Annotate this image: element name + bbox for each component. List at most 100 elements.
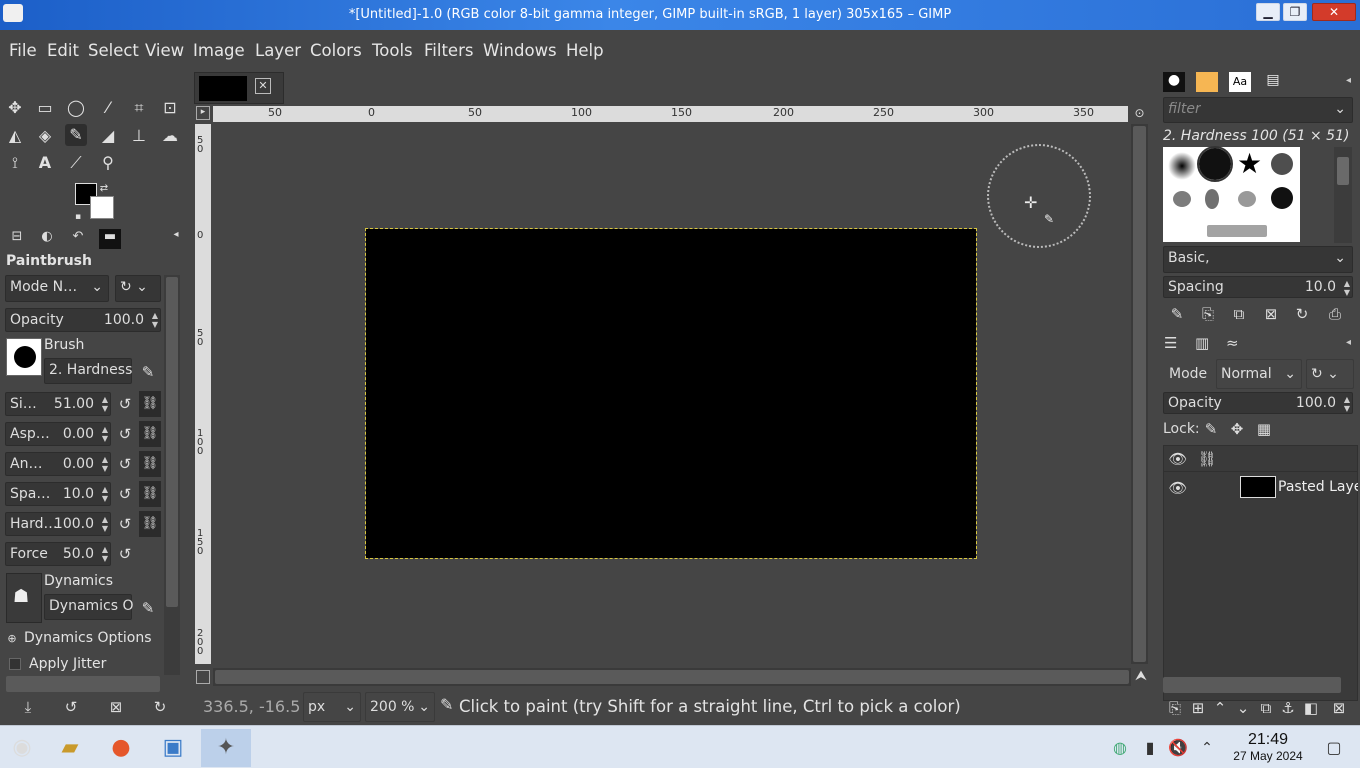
brush-preview[interactable] [6,338,42,376]
reset-tool-options-icon[interactable]: ↻ [150,697,170,717]
control-panel-taskbar-icon[interactable]: ▣ [153,729,193,767]
layer-row[interactable]: 👁 Pasted Laye [1164,473,1358,503]
spacing-slider[interactable]: Spa… 10.0 ▲ ▼ [5,482,111,506]
brush-star-icon[interactable]: ★ [1237,150,1263,178]
mode-reset-select[interactable]: ↻ ⌄ [115,275,161,302]
file-manager-taskbar-icon[interactable]: ▰ [50,729,90,767]
brush-name-field[interactable]: 2. Hardness [44,358,132,384]
crop-tool-icon[interactable]: ⌗ [128,97,150,119]
firefox-taskbar-icon[interactable]: ● [101,729,141,767]
vertical-ruler[interactable]: 5 0 0 5 0 1 0 0 1 5 0 2 0 0 [195,124,211,664]
color-picker-tool-icon[interactable]: ⟋ [65,152,87,174]
angle-link-icon[interactable]: ⛓ [139,451,161,477]
open-brush-as-image-icon[interactable]: ⎙ [1325,304,1345,324]
document-history-tab-icon[interactable]: ▤ [1262,72,1284,92]
swap-colors-icon[interactable]: ⇄ [97,178,111,200]
clock[interactable]: 21:49 27 May 2024 [1222,731,1314,763]
warp-tool-icon[interactable]: ◭ [4,125,26,147]
unified-transform-tool-icon[interactable]: ⊡ [159,97,181,119]
aspect-reset-icon[interactable]: ↺ [115,424,135,444]
edit-brush-button-icon[interactable]: ✎ [1167,304,1187,324]
opacity-slider[interactable]: Opacity 100.0 ▲ ▼ [5,308,161,332]
aspect-ratio-slider[interactable]: Asp… 0.00 ▲ ▼ [5,422,111,446]
brush-cloud-icon[interactable] [1238,191,1256,207]
panel-menu-icon[interactable]: ◂ [170,229,182,249]
size-link-icon[interactable]: ⛓ [139,391,161,417]
save-tool-preset-icon[interactable]: ⤓ [18,697,38,717]
canvas-horizontal-scrollbar[interactable] [213,668,1131,686]
dynamics-options-expander[interactable]: Dynamics Options [24,630,152,646]
image-layer-content[interactable] [365,228,977,559]
unit-select[interactable]: px ⌄ [303,692,361,722]
mask-layer-icon[interactable]: ◧ [1301,698,1321,718]
spacing-reset-icon[interactable]: ↺ [115,484,135,504]
lock-pixels-icon[interactable]: ✎ [1201,419,1221,439]
tray-expand-icon[interactable]: ⌃ [1195,729,1219,767]
paint-mode-select[interactable]: Mode N… ⌄ [5,275,109,302]
brushes-panel-menu-icon[interactable]: ◂ [1346,75,1358,89]
menu-view[interactable]: View [145,41,184,60]
paths-tool-icon[interactable]: ⟟ [4,152,26,174]
lock-position-icon[interactable]: ✥ [1227,419,1247,439]
zoom-tool-icon[interactable]: ⚲ [97,152,119,174]
images-tab-icon[interactable]: ▬ [99,229,121,249]
delete-layer-icon[interactable]: ⊠ [1329,698,1349,718]
refresh-brushes-icon[interactable]: ↻ [1292,304,1312,324]
dynamics-name-field[interactable]: Dynamics O [44,594,134,620]
aspect-link-icon[interactable]: ⛓ [139,421,161,447]
hardness-reset-icon[interactable]: ↺ [115,514,135,534]
spacing-link-icon[interactable]: ⛓ [139,481,161,507]
menu-colors[interactable]: Colors [310,41,362,60]
navigate-image-icon[interactable] [196,670,210,684]
layers-hscroll[interactable] [1163,677,1341,693]
menu-file[interactable]: File [9,41,37,60]
brush-filter-input[interactable]: filter ⌄ [1163,97,1353,123]
edit-dynamics-icon[interactable]: ✎ [138,598,158,618]
brush-grid[interactable]: ★ [1163,146,1300,242]
layer-opacity-slider[interactable]: Opacity 100.0 ▲ ▼ [1163,392,1353,414]
paths-tab-icon[interactable]: ≈ [1226,334,1246,354]
menu-filters[interactable]: Filters [424,41,473,60]
hardness-slider[interactable]: Hard… 100.0 ▲ ▼ [5,512,111,536]
dynamics-preview[interactable]: ☗ [6,573,42,623]
eraser-tool-icon[interactable]: ◢ [97,125,119,147]
network-tray-icon[interactable]: ◍ [1108,729,1132,767]
horizontal-ruler[interactable]: 50 0 50 100 150 200 250 300 350 [213,106,1128,122]
expand-dynamics-options-icon[interactable]: ⊕ [5,629,19,649]
anchor-layer-icon[interactable]: ⚓ [1278,698,1298,718]
menu-select[interactable]: Select [88,41,139,60]
rect-select-tool-icon[interactable]: ▭ [34,97,56,119]
brush-hardness-100-icon[interactable] [1197,146,1233,182]
angle-slider[interactable]: An… 0.00 ▲ ▼ [5,452,111,476]
brush-spacing-slider[interactable]: Spacing 10.0 ▲ ▼ [1163,276,1353,298]
force-slider[interactable]: Force 50.0 ▲ ▼ [5,542,111,566]
tool-options-vscroll[interactable] [164,275,180,675]
restore-tool-preset-icon[interactable]: ↺ [61,697,81,717]
delete-tool-preset-icon[interactable]: ⊠ [106,697,126,717]
move-tool-icon[interactable]: ✥ [4,97,26,119]
navigation-arrow-icon[interactable]: ⮝ [1133,668,1149,686]
size-slider[interactable]: Si… 51.00 ▲ ▼ [5,392,111,416]
gimp-taskbar-icon[interactable]: ✦ [201,729,251,767]
device-status-tab-icon[interactable]: ◐ [36,229,58,249]
raise-layer-icon[interactable]: ⌃ [1210,698,1230,718]
bucket-fill-tool-icon[interactable]: ◈ [34,125,56,147]
duplicate-layer-icon[interactable]: ⧉ [1256,698,1276,718]
minimize-button[interactable]: ▁ [1256,3,1280,21]
clone-tool-icon[interactable]: ⊥ [128,125,150,147]
fuzzy-select-tool-icon[interactable]: ⁄ [97,97,119,119]
close-image-tab-icon[interactable]: ✕ [255,78,271,94]
edit-brush-icon[interactable]: ✎ [138,362,158,382]
close-button[interactable]: ✕ [1312,3,1356,21]
fonts-tab-icon[interactable]: Aa [1229,72,1251,92]
canvas-vertical-scrollbar[interactable] [1131,124,1148,664]
restore-button[interactable]: ❐ [1283,3,1307,21]
layers-panel-menu-icon[interactable]: ◂ [1346,337,1358,351]
lower-layer-icon[interactable]: ⌄ [1233,698,1253,718]
angle-reset-icon[interactable]: ↺ [115,454,135,474]
brushes-tab-icon[interactable]: ● [1163,72,1185,92]
quick-mask-toggle-icon[interactable]: ▸ [196,106,210,120]
default-colors-icon[interactable]: ▪ [72,206,84,228]
size-reset-icon[interactable]: ↺ [115,394,135,414]
layer-mode-select[interactable]: Normal ⌄ [1216,359,1302,389]
